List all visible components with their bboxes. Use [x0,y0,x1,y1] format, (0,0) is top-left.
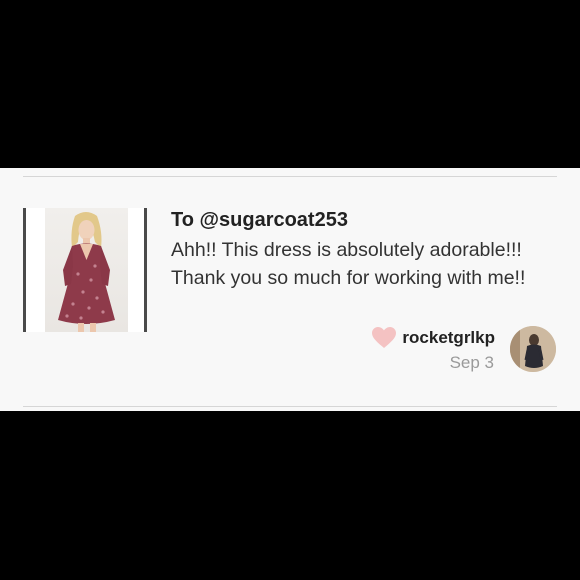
divider-top [23,176,557,177]
heart-icon[interactable] [372,327,396,349]
dress-photo [45,208,128,332]
listing-thumbnail[interactable] [23,208,147,332]
comment-date: Sep 3 [449,353,494,372]
divider-bottom [23,406,557,407]
comment-username[interactable]: rocketgrlkp [402,328,495,348]
comment-recipient[interactable]: To @sugarcoat253 [171,209,348,232]
comment-card: To @sugarcoat253 Ahh!! This dress is abs… [0,168,580,411]
comment-text: Ahh!! This dress is absolutely adorable!… [171,239,526,289]
avatar[interactable] [510,326,556,372]
